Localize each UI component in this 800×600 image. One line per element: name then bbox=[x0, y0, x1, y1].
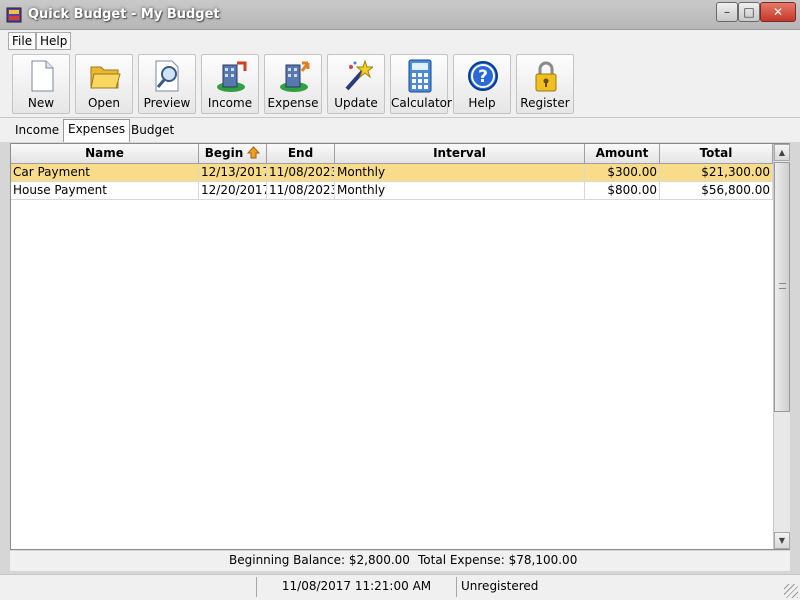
maximize-button[interactable]: □ bbox=[738, 2, 760, 22]
tab-bar: Income Expenses Budget bbox=[0, 118, 800, 142]
help-button[interactable]: ? Help bbox=[453, 54, 511, 114]
update-wand-icon bbox=[345, 59, 373, 91]
cell-end: 11/08/2023 bbox=[267, 164, 335, 182]
tab-expenses[interactable]: Expenses bbox=[63, 119, 131, 142]
income-button[interactable]: Income bbox=[201, 54, 259, 114]
cell-name: Car Payment bbox=[11, 164, 199, 182]
app-icon bbox=[6, 7, 22, 23]
tab-income[interactable]: Income bbox=[11, 121, 63, 141]
column-header-begin[interactable]: Begin bbox=[199, 144, 267, 164]
column-header-total[interactable]: Total bbox=[660, 144, 773, 164]
minimize-button[interactable]: – bbox=[716, 2, 738, 22]
summary-bar: Beginning Balance: $2,800.00 Total Expen… bbox=[10, 551, 790, 571]
cell-name: House Payment bbox=[11, 182, 199, 200]
income-building-icon bbox=[217, 61, 247, 92]
open-folder-icon bbox=[90, 66, 121, 89]
sort-ascending-icon bbox=[247, 146, 261, 159]
preview-button[interactable]: Preview bbox=[138, 54, 196, 114]
cell-end: 11/08/2023 bbox=[267, 182, 335, 200]
expenses-table: Name Begin End Interval Amount Total Car… bbox=[10, 143, 790, 550]
cell-begin: 12/13/2017 bbox=[199, 164, 267, 182]
cell-amount: $800.00 bbox=[585, 182, 660, 200]
scroll-up-button[interactable]: ▲ bbox=[774, 144, 790, 161]
table-row[interactable]: Car Payment 12/13/2017 11/08/2023 Monthl… bbox=[11, 164, 773, 182]
table-row[interactable]: House Payment 12/20/2017 11/08/2023 Mont… bbox=[11, 182, 773, 200]
update-button[interactable]: Update bbox=[327, 54, 385, 114]
expense-button[interactable]: Expense bbox=[264, 54, 322, 114]
svg-text:?: ? bbox=[478, 67, 488, 87]
cell-total: $56,800.00 bbox=[660, 182, 773, 200]
menu-bar: File Help bbox=[0, 30, 800, 50]
cell-interval: Monthly bbox=[335, 182, 585, 200]
total-expense: Total Expense: $78,100.00 bbox=[418, 553, 578, 567]
title-bar: Quick Budget - My Budget – □ ✕ bbox=[0, 0, 800, 30]
chevron-up-icon: ▲ bbox=[778, 148, 786, 157]
close-button[interactable]: ✕ bbox=[760, 2, 796, 22]
calculator-icon bbox=[408, 59, 432, 93]
scroll-down-button[interactable]: ▼ bbox=[774, 532, 790, 549]
calculator-button[interactable]: Calculator bbox=[390, 54, 452, 114]
menu-help[interactable]: Help bbox=[36, 32, 72, 50]
register-lock-icon bbox=[535, 61, 557, 92]
tab-budget[interactable]: Budget bbox=[127, 121, 178, 141]
scroll-thumb[interactable] bbox=[774, 162, 790, 412]
new-document-icon bbox=[31, 60, 54, 92]
status-bar: 11/08/2017 11:21:00 AM Unregistered bbox=[0, 574, 800, 600]
preview-magnifier-icon bbox=[155, 60, 179, 92]
cell-begin: 12/20/2017 bbox=[199, 182, 267, 200]
column-header-amount[interactable]: Amount bbox=[585, 144, 660, 164]
chevron-down-icon: ▼ bbox=[778, 536, 786, 545]
status-datetime: 11/08/2017 11:21:00 AM bbox=[256, 577, 456, 597]
status-registration: Unregistered bbox=[456, 577, 774, 597]
toolbar: New Open Preview Income Expense Update C… bbox=[0, 50, 800, 118]
cell-interval: Monthly bbox=[335, 164, 585, 182]
column-header-end[interactable]: End bbox=[267, 144, 335, 164]
help-question-icon: ? bbox=[468, 61, 498, 91]
register-button[interactable]: Register bbox=[516, 54, 574, 114]
window-title: Quick Budget - My Budget bbox=[28, 7, 220, 22]
new-button[interactable]: New bbox=[12, 54, 70, 114]
column-header-interval[interactable]: Interval bbox=[335, 144, 585, 164]
expense-building-icon bbox=[280, 61, 310, 92]
menu-file[interactable]: File bbox=[8, 32, 37, 50]
beginning-balance: Beginning Balance: $2,800.00 bbox=[229, 553, 410, 567]
resize-grip-icon[interactable] bbox=[784, 584, 798, 598]
cell-total: $21,300.00 bbox=[660, 164, 773, 182]
vertical-scrollbar[interactable]: ▲ ▼ bbox=[773, 144, 790, 549]
open-button[interactable]: Open bbox=[75, 54, 133, 114]
grip-icon bbox=[779, 283, 786, 289]
cell-amount: $300.00 bbox=[585, 164, 660, 182]
column-header-name[interactable]: Name bbox=[11, 144, 199, 164]
